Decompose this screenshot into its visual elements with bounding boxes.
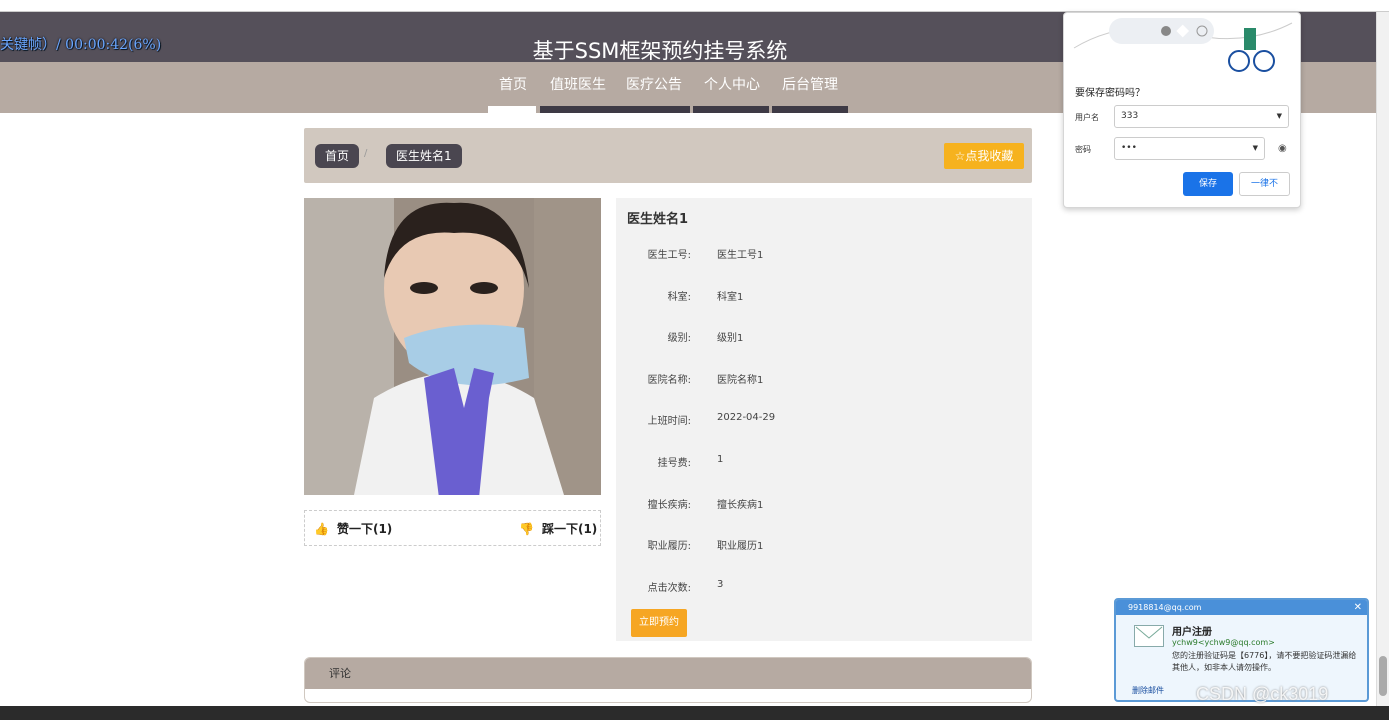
info-label: 医生工号: bbox=[647, 250, 691, 261]
nav-item-doctors[interactable]: 值班医生 bbox=[550, 74, 606, 94]
envelope-icon bbox=[1134, 625, 1164, 647]
save-password-button[interactable]: 保存 bbox=[1183, 172, 1233, 196]
password-select[interactable]: ••• ▼ bbox=[1114, 137, 1265, 160]
nav-active-indicator bbox=[488, 106, 536, 113]
info-value: 科室1 bbox=[717, 292, 744, 303]
page-scrollbar[interactable] bbox=[1376, 12, 1389, 708]
info-label: 擅长疾病: bbox=[647, 500, 691, 511]
info-value: 职业履历1 bbox=[717, 541, 764, 552]
doctor-info-panel: 医生姓名1 医生工号: 医生工号1 科室: 科室1 级别: 级别1 医院名称: 医院名称… bbox=[616, 198, 1032, 641]
info-value: 医生工号1 bbox=[717, 250, 764, 261]
dropdown-arrow-icon: ▼ bbox=[1252, 144, 1258, 152]
delete-mail-link[interactable]: 删除邮件 bbox=[1132, 685, 1164, 696]
dislike-button[interactable]: 👎 踩一下(1) bbox=[519, 520, 597, 537]
info-label: 级别: bbox=[667, 333, 691, 344]
book-appointment-button[interactable]: 立即预约 bbox=[631, 609, 687, 637]
mail-account: 9918814@qq.com bbox=[1128, 603, 1202, 612]
save-password-dialog: 要保存密码吗？ 用户名 333 ▼ 密码 ••• ▼ ◉ 保存 一律不 bbox=[1063, 12, 1301, 208]
doctor-name: 医生姓名1 bbox=[627, 212, 689, 227]
nav-underline bbox=[540, 106, 690, 113]
dislike-label: 踩一下(1) bbox=[541, 522, 598, 536]
password-value: ••• bbox=[1121, 143, 1137, 153]
mail-sender: ychw9<ychw9@qq.com> bbox=[1172, 638, 1275, 647]
nav-item-announcements[interactable]: 医疗公告 bbox=[626, 74, 682, 94]
never-save-button[interactable]: 一律不 bbox=[1239, 172, 1290, 196]
nav-item-home[interactable]: 首页 bbox=[499, 74, 527, 94]
thumbs-up-icon: 👍 bbox=[314, 522, 329, 536]
mail-subject: 用户注册 bbox=[1172, 627, 1212, 638]
info-value: 级别1 bbox=[717, 333, 744, 344]
taskbar-strip bbox=[0, 706, 1389, 720]
like-button[interactable]: 👍 赞一下(1) bbox=[314, 520, 392, 537]
comment-section: 评论 bbox=[304, 657, 1032, 703]
doctor-photo-illustration bbox=[304, 198, 601, 495]
info-label: 挂号费: bbox=[657, 458, 691, 469]
breadcrumb-home[interactable]: 首页 bbox=[315, 144, 360, 168]
info-value: 3 bbox=[717, 579, 724, 590]
dropdown-arrow-icon: ▼ bbox=[1276, 112, 1282, 120]
breadcrumb: 首页 / 医生姓名1 ☆点我收藏 bbox=[304, 128, 1032, 183]
nav-underline bbox=[693, 106, 769, 113]
nav-item-admin[interactable]: 后台管理 bbox=[782, 74, 838, 94]
nav-underline bbox=[772, 106, 848, 113]
favorite-button[interactable]: ☆点我收藏 bbox=[944, 143, 1024, 169]
password-label: 密码 bbox=[1075, 145, 1091, 154]
thumbs-down-icon: 👎 bbox=[519, 522, 534, 536]
info-value: 擅长疾病1 bbox=[717, 500, 764, 511]
scrollbar-thumb[interactable] bbox=[1379, 656, 1387, 696]
info-label: 科室: bbox=[667, 292, 691, 303]
info-value: 1 bbox=[717, 454, 724, 465]
close-icon[interactable]: ✕ bbox=[1354, 600, 1362, 615]
mail-body: 您的注册验证码是【6776】，请不要把验证码泄漏给其他人，如非本人请勿操作。 bbox=[1172, 651, 1357, 672]
info-label: 职业履历: bbox=[647, 541, 691, 552]
doctor-photo bbox=[304, 198, 601, 495]
window-title-strip bbox=[0, 0, 1389, 12]
save-password-title: 要保存密码吗？ bbox=[1075, 88, 1145, 99]
comment-title: 评论 bbox=[305, 658, 1031, 689]
like-label: 赞一下(1) bbox=[336, 522, 393, 536]
info-value: 医院名称1 bbox=[717, 375, 764, 386]
username-select[interactable]: 333 ▼ bbox=[1114, 105, 1289, 128]
info-label: 医院名称: bbox=[647, 375, 691, 386]
username-value: 333 bbox=[1121, 111, 1139, 121]
breadcrumb-current[interactable]: 医生姓名1 bbox=[386, 144, 462, 168]
eye-icon[interactable]: ◉ bbox=[1278, 143, 1287, 154]
watermark: CSDN @ck3019 bbox=[1196, 684, 1329, 704]
breadcrumb-separator: / bbox=[364, 148, 368, 159]
vote-bar: 👍 赞一下(1) 👎 踩一下(1) bbox=[304, 510, 601, 546]
password-illustration-icon bbox=[1073, 18, 1293, 72]
username-label: 用户名 bbox=[1075, 113, 1099, 122]
info-label: 上班时间: bbox=[647, 416, 691, 427]
info-label: 点击次数: bbox=[647, 583, 691, 594]
nav-item-profile[interactable]: 个人中心 bbox=[704, 74, 760, 94]
mail-header: 9918814@qq.com ✕ bbox=[1116, 600, 1367, 615]
info-value: 2022-04-29 bbox=[717, 412, 776, 423]
